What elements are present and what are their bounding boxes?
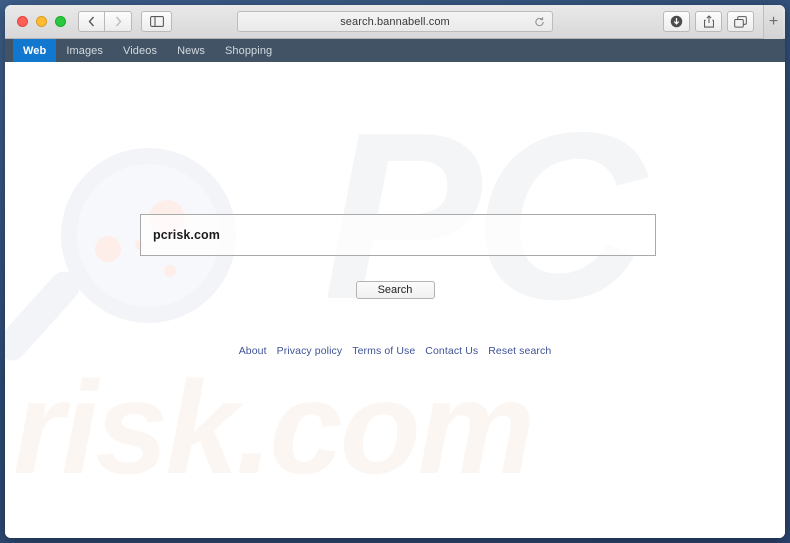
navigation-buttons: [78, 11, 172, 32]
address-bar[interactable]: search.bannabell.com: [237, 11, 553, 32]
reload-button[interactable]: [534, 16, 545, 27]
nav-item-news[interactable]: News: [167, 39, 215, 62]
reload-icon: [535, 16, 544, 26]
minimize-window-button[interactable]: [36, 16, 47, 27]
window-controls: [11, 16, 78, 27]
new-tab-button[interactable]: +: [763, 5, 783, 39]
chevron-left-icon: [88, 16, 95, 27]
footer-link-privacy-policy[interactable]: Privacy policy: [277, 345, 343, 357]
downloads-icon: [670, 15, 683, 28]
search-input-value: pcrisk.com: [153, 228, 221, 242]
nav-item-videos[interactable]: Videos: [113, 39, 167, 62]
footer-link-terms-of-use[interactable]: Terms of Use: [352, 345, 415, 357]
browser-toolbar: search.bannabell.com +: [5, 5, 785, 39]
chevron-right-icon: [115, 16, 121, 27]
nav-item-web[interactable]: Web: [13, 39, 57, 62]
browser-window: search.bannabell.com + Web Images Videos…: [5, 5, 785, 538]
decorative-blob: [164, 265, 176, 277]
downloads-button[interactable]: [663, 11, 690, 32]
page-content: PC risk.com pcrisk.com Search About Priv…: [5, 62, 785, 538]
footer-link-about[interactable]: About: [239, 345, 267, 357]
share-icon: [703, 15, 714, 28]
search-input[interactable]: pcrisk.com: [140, 214, 656, 256]
nav-item-shopping[interactable]: Shopping: [215, 39, 282, 62]
nav-item-images[interactable]: Images: [56, 39, 113, 62]
back-button[interactable]: [78, 11, 105, 32]
footer-links: About Privacy policy Terms of Use Contac…: [5, 345, 785, 357]
footer-link-contact-us[interactable]: Contact Us: [425, 345, 478, 357]
forward-button[interactable]: [105, 11, 132, 32]
address-bar-container: search.bannabell.com: [237, 11, 553, 32]
footer-link-reset-search[interactable]: Reset search: [488, 345, 551, 357]
maximize-window-button[interactable]: [55, 16, 66, 27]
sidebar-toggle-button[interactable]: [141, 11, 172, 32]
tab-overview-icon: [734, 15, 747, 28]
sidebar-icon: [149, 16, 164, 27]
toolbar-actions: +: [663, 5, 783, 39]
search-button-row: Search: [5, 281, 785, 299]
watermark-risk-text: risk.com: [13, 354, 535, 501]
site-navigation-bar: Web Images Videos News Shopping: [5, 39, 785, 62]
close-window-button[interactable]: [17, 16, 28, 27]
decorative-blob: [95, 236, 121, 262]
search-button[interactable]: Search: [355, 281, 435, 299]
share-button[interactable]: [695, 11, 722, 32]
url-text: search.bannabell.com: [340, 15, 450, 28]
tab-overview-button[interactable]: [727, 11, 754, 32]
